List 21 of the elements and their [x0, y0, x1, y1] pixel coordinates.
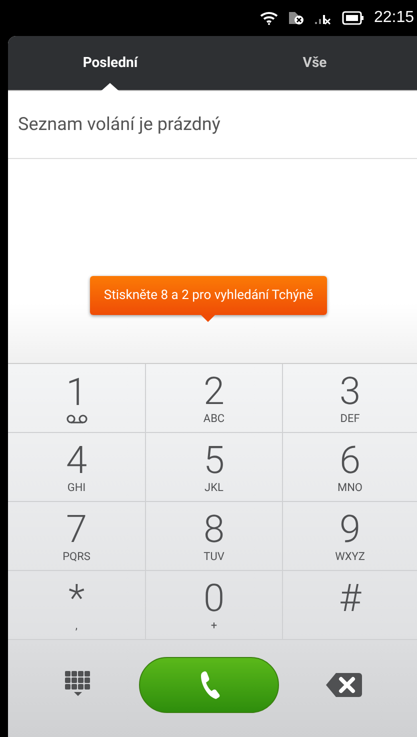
keypad-toggle-button[interactable] — [65, 670, 91, 698]
call-button[interactable] — [138, 656, 278, 712]
tooltip-pointer — [201, 315, 216, 322]
dial-key[interactable]: 6 MNO — [283, 433, 417, 502]
dial-key[interactable]: 2 ABC — [146, 364, 283, 433]
hint-tooltip: Stiskněte 8 a 2 pro vyhledání Tchýně — [90, 276, 328, 315]
dial-key[interactable]: 4 GHI — [8, 433, 146, 502]
battery-icon — [342, 11, 364, 25]
tab[interactable]: Vše — [212, 36, 417, 90]
dial-key[interactable]: 3 DEF — [283, 364, 417, 433]
sim-card-icon — [288, 11, 304, 25]
tab[interactable]: Poslední — [8, 36, 212, 90]
dial-key[interactable]: 5 JKL — [146, 433, 283, 502]
dial-key[interactable]: 8 TUV — [146, 502, 283, 571]
dial-key[interactable]: 9 WXYZ — [283, 502, 417, 571]
dial-key[interactable]: 7 PQRS — [8, 502, 146, 571]
dial-key[interactable]: 1 — [8, 364, 146, 433]
wifi-icon — [260, 11, 278, 25]
voicemail-icon — [66, 414, 88, 424]
backspace-button[interactable] — [326, 672, 362, 696]
clock-time: 22:15 — [374, 9, 414, 27]
